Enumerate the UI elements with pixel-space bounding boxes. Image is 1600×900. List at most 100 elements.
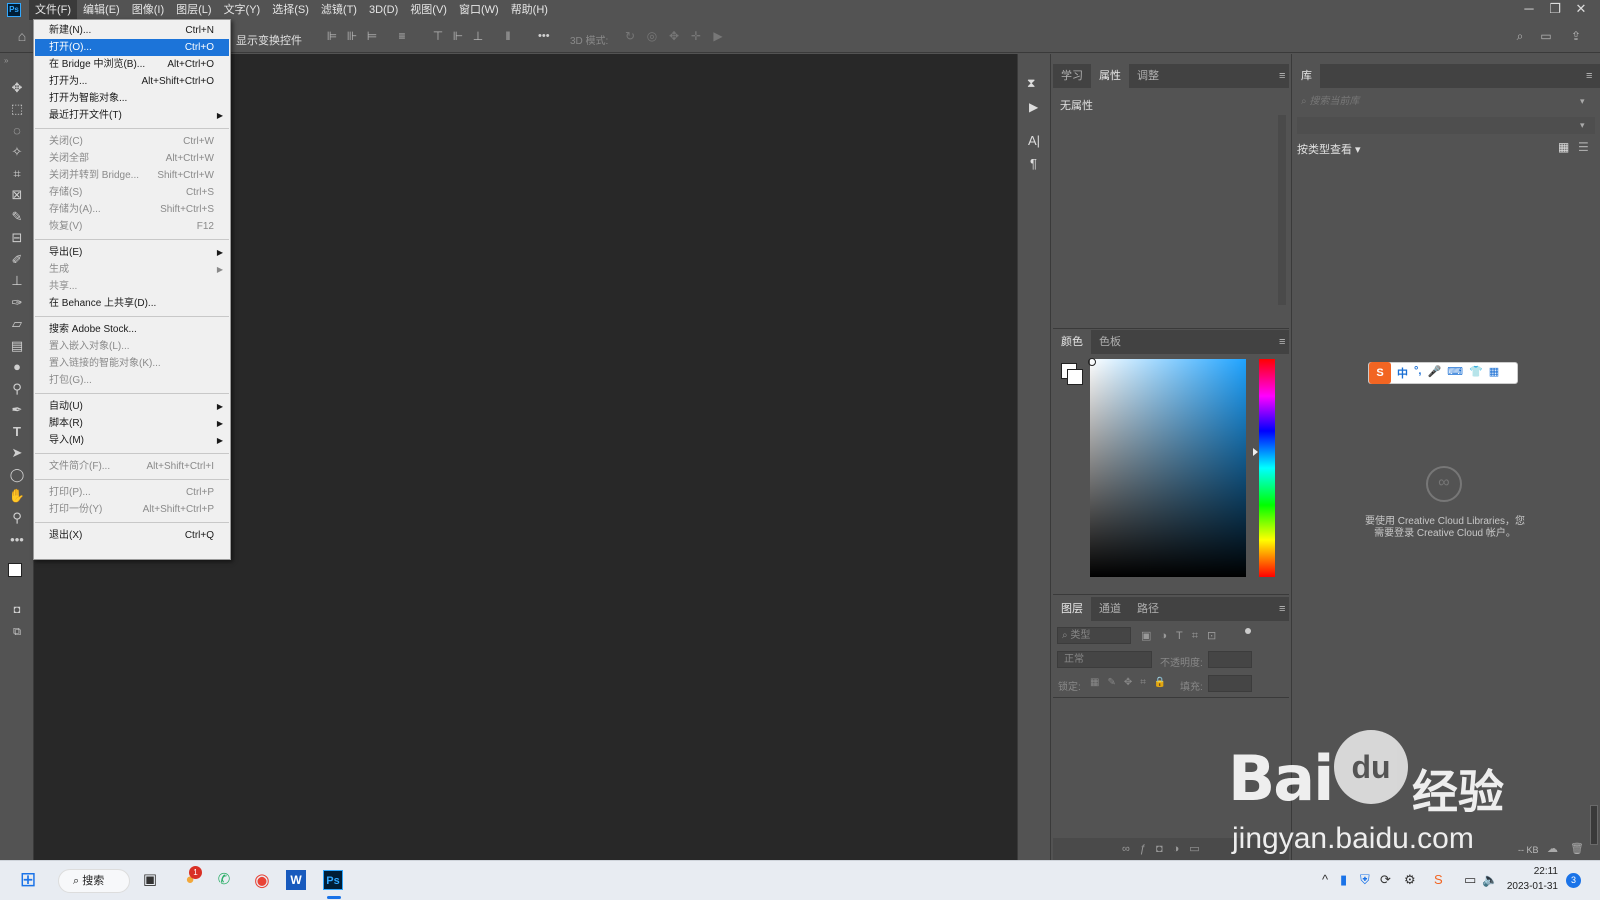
volume-icon[interactable]: 🔈	[1482, 872, 1498, 888]
file-menu-item[interactable]: 导出(E) ▶	[35, 244, 229, 261]
search-icon[interactable]: ⌕	[1512, 29, 1528, 43]
library-menu-icon[interactable]: ≡	[1586, 70, 1592, 82]
ime-item-3[interactable]: ⌨	[1447, 365, 1463, 381]
history-panel-icon[interactable]: ⧗	[1027, 76, 1035, 91]
foreground-color-swatch[interactable]	[8, 563, 22, 577]
blend-mode-select[interactable]: 正常	[1057, 651, 1152, 668]
share-icon[interactable]: ⇪	[1568, 29, 1584, 43]
show-transform-label[interactable]: 显示变换控件	[236, 32, 302, 48]
color-picker-cursor[interactable]	[1088, 358, 1096, 366]
align-left-icon[interactable]: ⊫	[324, 29, 340, 43]
file-menu-item[interactable]: 打印一份(Y) Alt+Shift+Ctrl+P	[35, 501, 229, 518]
filter-toggle-icon[interactable]	[1245, 628, 1251, 634]
move-tool-icon[interactable]: ✥	[5, 78, 29, 98]
file-menu-item[interactable]: 共享...	[35, 278, 229, 295]
menu-3[interactable]: 图层(L)	[170, 0, 217, 20]
file-menu-item[interactable]: 在 Behance 上共享(D)...	[35, 295, 229, 312]
workspace-icon[interactable]: ▭	[1538, 29, 1554, 43]
clock-date[interactable]: 2023-01-31	[1502, 881, 1558, 892]
blur-tool-icon[interactable]: ●	[5, 357, 29, 377]
menu-7[interactable]: 3D(D)	[363, 0, 404, 20]
chevron-down-icon[interactable]: ▾	[1580, 120, 1585, 131]
tray-chevron-icon[interactable]: ^	[1322, 872, 1328, 887]
align-bottom-icon[interactable]: ⊥	[470, 29, 486, 43]
wechat-icon[interactable]: ✆	[212, 868, 236, 892]
brush-tool-icon[interactable]: ✐	[5, 250, 29, 270]
file-menu-item[interactable]: 退出(X) Ctrl+Q	[35, 527, 229, 544]
menu-1[interactable]: 编辑(E)	[77, 0, 126, 20]
history-brush-tool-icon[interactable]: ✑	[5, 293, 29, 313]
layers-menu-icon[interactable]: ≡	[1279, 603, 1285, 615]
cloud-sync-icon[interactable]: ☁	[1547, 842, 1558, 855]
file-menu-item[interactable]: 打开为智能对象...	[35, 90, 229, 107]
task-view-icon[interactable]: ▣	[138, 868, 162, 892]
align-top-icon[interactable]: ⊤	[430, 29, 446, 43]
file-menu-item[interactable]: 新建(N)... Ctrl+N	[35, 22, 229, 39]
slide-3d-icon[interactable]: ✛	[688, 29, 704, 43]
list-view-icon[interactable]: ☰	[1578, 140, 1589, 154]
file-menu-item[interactable]: 在 Bridge 中浏览(B)... Alt+Ctrl+O	[35, 56, 229, 73]
minimize-button[interactable]: ─	[1516, 0, 1542, 20]
tab-properties-0[interactable]: 学习	[1053, 64, 1091, 88]
stamp-tool-icon[interactable]: ⊥	[5, 271, 29, 291]
menu-2[interactable]: 图像(I)	[126, 0, 170, 20]
tray-shield-icon[interactable]: ⛨	[1360, 872, 1370, 888]
actions-panel-icon[interactable]: ▶	[1029, 100, 1038, 114]
ime-item-1[interactable]: °,	[1414, 365, 1421, 381]
tab-layers-1[interactable]: 通道	[1091, 597, 1129, 621]
tab-properties-2[interactable]: 调整	[1129, 64, 1167, 88]
tab-layers-0[interactable]: 图层	[1053, 597, 1091, 621]
word-icon[interactable]: W	[286, 870, 306, 890]
tab-color-0[interactable]: 颜色	[1053, 330, 1091, 354]
crop-tool-icon[interactable]: ⌗	[5, 164, 29, 184]
file-menu-item[interactable]: 导入(M) ▶	[35, 432, 229, 449]
quick-mask-icon[interactable]: ◘	[5, 600, 29, 620]
file-menu-item[interactable]: 搜索 Adobe Stock...	[35, 321, 229, 338]
chrome-icon[interactable]: ◉	[250, 868, 274, 892]
library-select[interactable]	[1297, 117, 1595, 134]
path-selection-tool-icon[interactable]: ➤	[5, 443, 29, 463]
lock-icons[interactable]: ▦✎✥⌗🔒	[1090, 677, 1174, 688]
ellipse-tool-icon[interactable]: ◯	[5, 465, 29, 485]
layer-filter-icons[interactable]: ▣◑T⌗⊡	[1141, 629, 1225, 643]
file-menu-item[interactable]: 关闭(C) Ctrl+W	[35, 133, 229, 150]
restore-button[interactable]: ❐	[1542, 0, 1568, 20]
file-menu-item[interactable]: 脚本(R) ▶	[35, 415, 229, 432]
more-tools-icon[interactable]: •••	[5, 530, 29, 550]
tray-app-icon[interactable]: ▮	[1340, 872, 1347, 888]
file-menu-item[interactable]: 关闭并转到 Bridge... Shift+Ctrl+W	[35, 167, 229, 184]
ime-item-0[interactable]: 中	[1397, 365, 1408, 381]
paragraph-panel-icon[interactable]: ¶	[1030, 156, 1037, 171]
tab-library[interactable]: 库	[1293, 64, 1320, 88]
menu-4[interactable]: 文字(Y)	[218, 0, 267, 20]
tray-settings-icon[interactable]: ⚙	[1404, 872, 1416, 888]
file-menu-item[interactable]: 置入链接的智能对象(K)...	[35, 355, 229, 372]
marquee-tool-icon[interactable]: ⬚	[5, 99, 29, 119]
layer-footer-icons[interactable]: ∞ƒ◘◑▭	[1122, 842, 1210, 855]
ime-toolbar[interactable]: S 中 °, 🎤 ⌨ 👕 ▦	[1368, 362, 1518, 384]
layer-filter-select[interactable]: ⌕ 类型	[1057, 627, 1131, 644]
healing-brush-tool-icon[interactable]: ⊟	[5, 228, 29, 248]
file-menu-item[interactable]: 存储(S) Ctrl+S	[35, 184, 229, 201]
file-menu-item[interactable]: 最近打开文件(T) ▶	[35, 107, 229, 124]
tray-sync-icon[interactable]: ⟳	[1380, 872, 1391, 888]
ime-item-5[interactable]: ▦	[1489, 365, 1499, 381]
taskbar-search[interactable]: ⌕ 搜索	[58, 869, 130, 893]
file-menu-item[interactable]: 生成 ▶	[35, 261, 229, 278]
file-menu-item[interactable]: 打开(O)... Ctrl+O	[35, 39, 229, 56]
file-menu-item[interactable]: 关闭全部 Alt+Ctrl+W	[35, 150, 229, 167]
home-icon[interactable]: ⌂	[14, 29, 30, 43]
menu-8[interactable]: 视图(V)	[404, 0, 453, 20]
view-by-type-dropdown[interactable]: 按类型查看 ▾	[1297, 141, 1361, 157]
menu-10[interactable]: 帮助(H)	[505, 0, 554, 20]
collapse-tools-icon[interactable]: »	[4, 56, 8, 65]
file-menu-item[interactable]: 打包(G)...	[35, 372, 229, 389]
notification-badge[interactable]: 3	[1566, 873, 1581, 888]
distribute-icon[interactable]: ≡	[394, 29, 410, 43]
distribute-vertical-icon[interactable]: ‖	[500, 29, 516, 43]
file-menu-item[interactable]: 自动(U) ▶	[35, 398, 229, 415]
properties-scrollbar[interactable]	[1278, 115, 1286, 305]
menu-9[interactable]: 窗口(W)	[453, 0, 505, 20]
close-button[interactable]: ✕	[1568, 0, 1594, 20]
eraser-tool-icon[interactable]: ▱	[5, 314, 29, 334]
